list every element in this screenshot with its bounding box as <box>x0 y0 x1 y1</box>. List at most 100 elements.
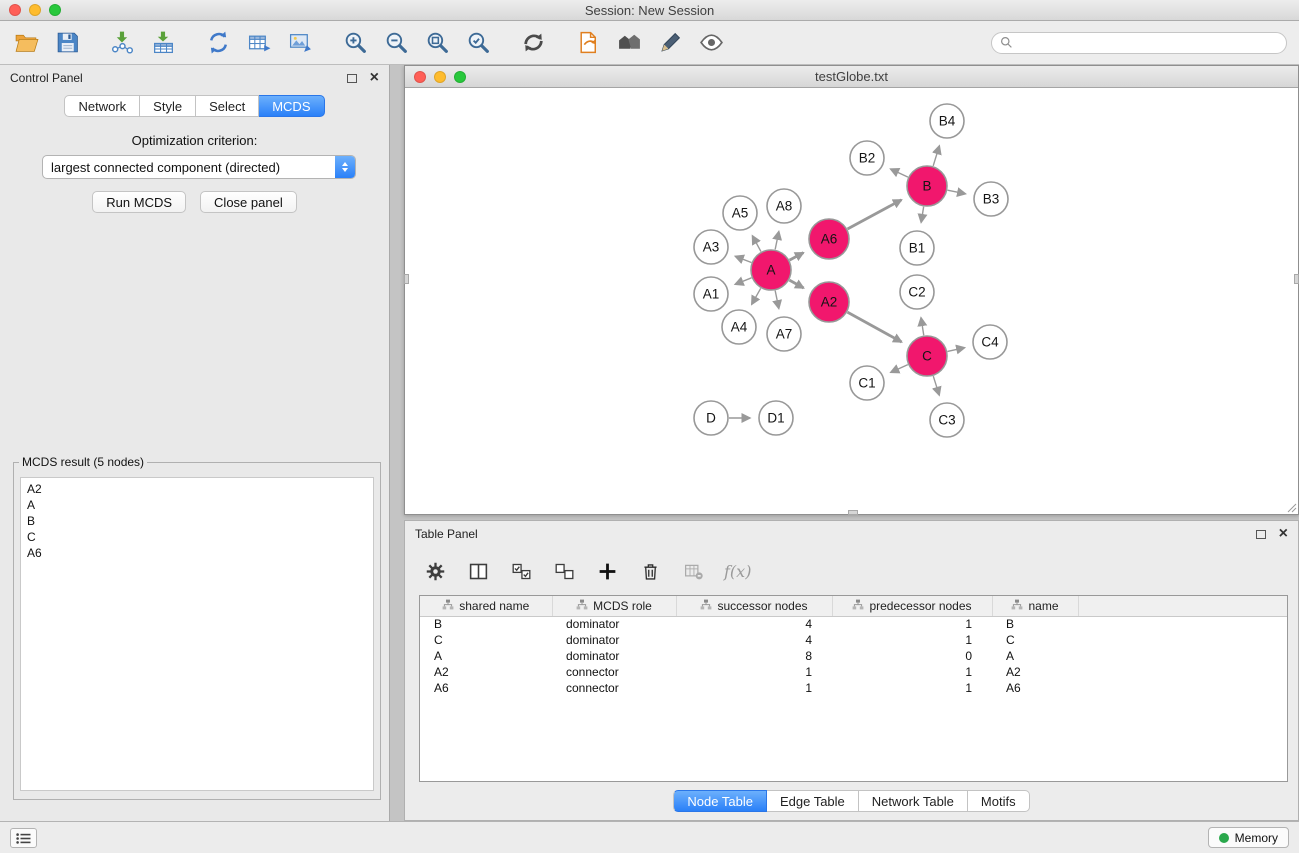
edge-B-B2[interactable] <box>891 169 908 177</box>
panel-list-button[interactable] <box>10 828 37 848</box>
column-header-MCDS-role[interactable]: MCDS role <box>552 596 676 616</box>
edge-A-A4[interactable] <box>752 288 761 304</box>
edge-C-C1[interactable] <box>891 365 908 373</box>
table-tab-node-table[interactable]: Node Table <box>673 790 767 812</box>
control-tab-select[interactable]: Select <box>196 95 259 117</box>
table-cell[interactable]: dominator <box>552 616 676 632</box>
table-cell[interactable]: C <box>420 632 552 648</box>
edge-A-A3[interactable] <box>735 256 751 262</box>
table-cell[interactable]: 1 <box>676 680 832 696</box>
edge-A2-C[interactable] <box>847 312 901 342</box>
resize-grip-icon[interactable] <box>1285 501 1297 513</box>
table-cell[interactable]: 8 <box>676 648 832 664</box>
edge-B-B4[interactable] <box>933 146 939 166</box>
control-tab-network[interactable]: Network <box>64 95 140 117</box>
edge-C-C4[interactable] <box>947 348 964 352</box>
edge-A-A8[interactable] <box>775 231 779 249</box>
table-cell[interactable]: 4 <box>676 616 832 632</box>
clone-table-button[interactable] <box>245 29 273 57</box>
report-button[interactable] <box>574 29 602 57</box>
delete-column-button[interactable] <box>638 558 662 584</box>
column-header-shared-name[interactable]: shared name <box>420 596 552 616</box>
edge-A6-B[interactable] <box>847 200 901 229</box>
close-panel-icon[interactable] <box>1279 526 1288 542</box>
table-cell[interactable]: A6 <box>420 680 552 696</box>
unselect-all-button[interactable] <box>552 558 576 584</box>
close-panel-button[interactable]: Close panel <box>200 191 297 213</box>
import-network-button[interactable] <box>108 29 136 57</box>
search-input[interactable] <box>1018 34 1278 52</box>
float-panel-icon[interactable] <box>347 74 357 83</box>
mcds-result-item[interactable]: A <box>27 497 367 513</box>
table-cell[interactable]: dominator <box>552 648 676 664</box>
edge-A-A7[interactable] <box>775 291 779 309</box>
resize-handle[interactable] <box>404 274 409 284</box>
select-all-button[interactable] <box>509 558 533 584</box>
clone-network-button[interactable] <box>204 29 232 57</box>
edge-A-A6[interactable] <box>790 253 804 260</box>
home-button[interactable] <box>615 29 643 57</box>
resize-handle[interactable] <box>848 510 858 515</box>
run-mcds-button[interactable]: Run MCDS <box>92 191 186 213</box>
float-panel-icon[interactable] <box>1256 530 1266 539</box>
table-row[interactable]: A6connector11A6 <box>420 680 1287 696</box>
column-header-predecessor-nodes[interactable]: predecessor nodes <box>832 596 992 616</box>
mcds-result-item[interactable]: C <box>27 529 367 545</box>
table-cell[interactable]: A6 <box>992 680 1078 696</box>
table-cell[interactable]: C <box>992 632 1078 648</box>
mcds-result-item[interactable]: B <box>27 513 367 529</box>
memory-button[interactable]: Memory <box>1208 827 1289 848</box>
table-cell[interactable]: A2 <box>992 664 1078 680</box>
mcds-result-list[interactable]: A2ABCA6 <box>20 477 374 791</box>
zoom-in-button[interactable] <box>341 29 369 57</box>
table-cell[interactable]: connector <box>552 680 676 696</box>
network-canvas[interactable]: B4B2BB3A5A8A6B1A3AA1A2C2A4A7C4CC1C3DD1 <box>405 88 1298 514</box>
control-tab-style[interactable]: Style <box>140 95 196 117</box>
table-cell[interactable]: 1 <box>832 680 992 696</box>
table-cell[interactable]: dominator <box>552 632 676 648</box>
table-tab-motifs[interactable]: Motifs <box>968 790 1030 812</box>
export-image-button[interactable] <box>286 29 314 57</box>
resize-handle[interactable] <box>1294 274 1299 284</box>
open-file-button[interactable] <box>12 29 40 57</box>
clear-table-button[interactable] <box>681 558 705 584</box>
column-header-name[interactable]: name <box>992 596 1078 616</box>
table-cell[interactable]: 1 <box>832 664 992 680</box>
table-tab-network-table[interactable]: Network Table <box>859 790 968 812</box>
table-cell[interactable]: 4 <box>676 632 832 648</box>
table-cell[interactable]: B <box>420 616 552 632</box>
column-layout-button[interactable] <box>466 558 490 584</box>
edge-A-A1[interactable] <box>735 278 751 285</box>
search-box[interactable] <box>991 32 1287 54</box>
mcds-result-item[interactable]: A6 <box>27 545 367 561</box>
zoom-selected-button[interactable] <box>464 29 492 57</box>
import-table-button[interactable] <box>149 29 177 57</box>
table-row[interactable]: Cdominator41C <box>420 632 1287 648</box>
table-cell[interactable]: 0 <box>832 648 992 664</box>
mcds-result-item[interactable]: A2 <box>27 481 367 497</box>
table-tab-edge-table[interactable]: Edge Table <box>767 790 859 812</box>
table-cell[interactable]: A <box>992 648 1078 664</box>
table-row[interactable]: Bdominator41B <box>420 616 1287 632</box>
column-header-successor-nodes[interactable]: successor nodes <box>676 596 832 616</box>
add-column-button[interactable] <box>595 558 619 584</box>
table-cell[interactable]: A <box>420 648 552 664</box>
edge-C-C3[interactable] <box>933 376 939 395</box>
table-cell[interactable]: connector <box>552 664 676 680</box>
function-builder-button[interactable]: f(x) <box>724 558 751 584</box>
criterion-dropdown[interactable]: largest connected component (directed) <box>42 155 356 179</box>
table-row[interactable]: A2connector11A2 <box>420 664 1287 680</box>
edge-B-B3[interactable] <box>948 190 966 194</box>
zoom-fit-button[interactable] <box>423 29 451 57</box>
refresh-layout-button[interactable] <box>519 29 547 57</box>
save-session-button[interactable] <box>53 29 81 57</box>
table-cell[interactable]: 1 <box>676 664 832 680</box>
settings-gear-button[interactable] <box>423 558 447 584</box>
close-panel-icon[interactable] <box>370 70 379 86</box>
table-cell[interactable]: A2 <box>420 664 552 680</box>
control-tab-mcds[interactable]: MCDS <box>259 95 324 117</box>
edge-A-A5[interactable] <box>752 236 761 252</box>
table-cell[interactable]: B <box>992 616 1078 632</box>
edge-C-C2[interactable] <box>921 318 924 336</box>
table-row[interactable]: Adominator80A <box>420 648 1287 664</box>
